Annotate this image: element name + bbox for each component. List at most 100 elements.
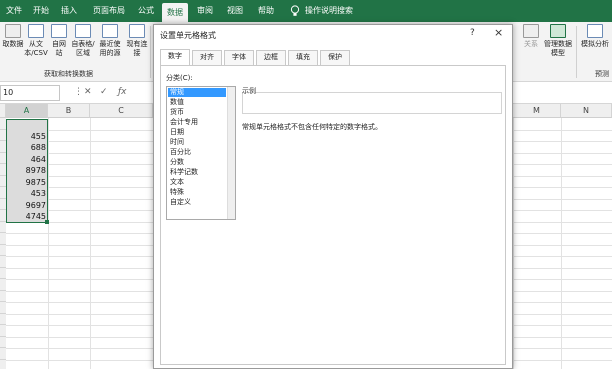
from-web-label: 自网站 (52, 40, 66, 57)
format-cells-dialog: 设置单元格格式 ? × 数字 对齐 字体 边框 填充 保护 分类(C): 常规 … (153, 24, 513, 369)
column-header-n[interactable]: N (561, 104, 612, 118)
column-gridline (513, 118, 514, 369)
lightbulb-icon (290, 5, 300, 16)
close-button[interactable]: × (494, 26, 503, 39)
column-gridline (561, 118, 562, 369)
row-header[interactable] (0, 244, 6, 256)
fill-handle[interactable] (45, 220, 49, 224)
function-icon[interactable]: ƒx (118, 87, 127, 97)
row-header[interactable] (0, 290, 6, 302)
ribbon-separator (576, 26, 577, 78)
row-header[interactable] (0, 233, 6, 245)
column-header-m[interactable]: M (513, 104, 561, 118)
category-accounting[interactable]: 会计专用 (168, 118, 226, 127)
what-if-icon (587, 24, 603, 38)
globe-icon (51, 24, 67, 38)
row-header[interactable] (0, 256, 6, 268)
row-header[interactable] (0, 267, 6, 279)
category-list[interactable]: 常规 数值 货币 会计专用 日期 时间 百分比 分数 科学记数 文本 特殊 自定… (166, 86, 236, 220)
column-header-b[interactable]: B (48, 104, 90, 118)
row-header[interactable] (0, 221, 6, 233)
recent-sources-label: 最近使用的源 (99, 40, 121, 57)
from-text-label: 从文本/CSV (24, 40, 48, 57)
tab-file[interactable]: 文件 (2, 0, 26, 22)
category-custom[interactable]: 自定义 (168, 198, 226, 207)
row-header[interactable] (0, 359, 6, 369)
column-header-c[interactable]: C (90, 104, 153, 118)
relationships-label: 关系 (524, 40, 538, 48)
tab-formulas[interactable]: 公式 (135, 0, 157, 22)
number-tab-panel: 分类(C): 常规 数值 货币 会计专用 日期 时间 百分比 分数 科学记数 文… (160, 65, 506, 365)
cell-a6[interactable]: 8978 (6, 165, 46, 176)
group-label-get-transform: 获取和转换数据 (44, 70, 93, 78)
data-model-icon (550, 24, 566, 38)
connection-icon (129, 24, 145, 38)
cell-a10[interactable]: 4745 (6, 211, 46, 222)
tab-help[interactable]: 帮助 (255, 0, 277, 22)
tab-review[interactable]: 审阅 (194, 0, 216, 22)
category-currency[interactable]: 货币 (168, 108, 226, 117)
tab-view[interactable]: 视图 (224, 0, 246, 22)
from-table-button[interactable]: 自表格/区域 (70, 24, 96, 58)
cell-a3[interactable]: 455 (6, 131, 46, 142)
cell-a4[interactable]: 688 (6, 142, 46, 153)
help-button[interactable]: ? (470, 28, 475, 38)
cell-a8[interactable]: 453 (6, 188, 46, 199)
category-fraction[interactable]: 分数 (168, 158, 226, 167)
row-header[interactable] (0, 325, 6, 337)
existing-connections-label: 现有连接 (126, 40, 148, 57)
tab-number[interactable]: 数字 (160, 49, 190, 65)
category-text[interactable]: 文本 (168, 178, 226, 187)
tab-home[interactable]: 开始 (30, 0, 52, 22)
column-header-a[interactable]: A (6, 104, 48, 118)
cell-a7[interactable]: 9875 (6, 177, 46, 188)
data-model-label: 管理数据模型 (544, 40, 572, 57)
manage-data-model-button[interactable]: 管理数据模型 (543, 24, 573, 58)
ribbon-separator (150, 26, 151, 78)
relationships-icon (523, 24, 539, 38)
category-time[interactable]: 时间 (168, 138, 226, 147)
category-general[interactable]: 常规 (168, 88, 226, 97)
what-if-analysis-button[interactable]: 模拟分析 (578, 24, 612, 49)
category-percentage[interactable]: 百分比 (168, 148, 226, 157)
tell-me-search[interactable]: 操作说明搜索 (304, 0, 354, 22)
table-icon (75, 24, 91, 38)
category-label: 分类(C): (166, 74, 193, 82)
dialog-title: 设置单元格格式 (160, 31, 216, 40)
tab-protection[interactable]: 保护 (320, 50, 350, 65)
column-gridline (90, 118, 91, 369)
category-scientific[interactable]: 科学记数 (168, 168, 226, 177)
category-scrollbar[interactable] (227, 87, 235, 219)
row-header[interactable] (0, 313, 6, 325)
tab-insert[interactable]: 插入 (58, 0, 80, 22)
what-if-label: 模拟分析 (581, 40, 609, 48)
cancel-icon[interactable]: ✕ (84, 87, 92, 97)
check-icon[interactable]: ✓ (100, 87, 108, 97)
from-table-label: 自表格/区域 (71, 40, 95, 57)
row-header[interactable] (0, 348, 6, 360)
tab-alignment[interactable]: 对齐 (192, 50, 222, 65)
tab-fill[interactable]: 填充 (288, 50, 318, 65)
name-box[interactable]: 10 (0, 85, 60, 101)
sample-box (242, 92, 502, 114)
cell-a5[interactable]: 464 (6, 154, 46, 165)
from-web-button[interactable]: 自网站 (50, 24, 68, 58)
database-icon (5, 24, 21, 38)
relationships-button[interactable]: 关系 (520, 24, 542, 49)
category-number[interactable]: 数值 (168, 98, 226, 107)
existing-connections-button[interactable]: 现有连接 (126, 24, 148, 58)
tab-data[interactable]: 数据 (162, 3, 188, 22)
cell-a9[interactable]: 9697 (6, 200, 46, 211)
row-header[interactable] (0, 279, 6, 291)
from-text-button[interactable]: 从文本/CSV (22, 24, 50, 58)
format-description: 常规单元格格式不包含任何特定的数字格式。 (242, 123, 382, 131)
category-special[interactable]: 特殊 (168, 188, 226, 197)
dots-icon: ⋮ (74, 87, 83, 97)
row-header[interactable] (0, 302, 6, 314)
row-header[interactable] (0, 336, 6, 348)
tab-font[interactable]: 字体 (224, 50, 254, 65)
tab-page-layout[interactable]: 页面布局 (88, 0, 130, 22)
tab-border[interactable]: 边框 (256, 50, 286, 65)
recent-sources-button[interactable]: 最近使用的源 (97, 24, 123, 58)
category-date[interactable]: 日期 (168, 128, 226, 137)
